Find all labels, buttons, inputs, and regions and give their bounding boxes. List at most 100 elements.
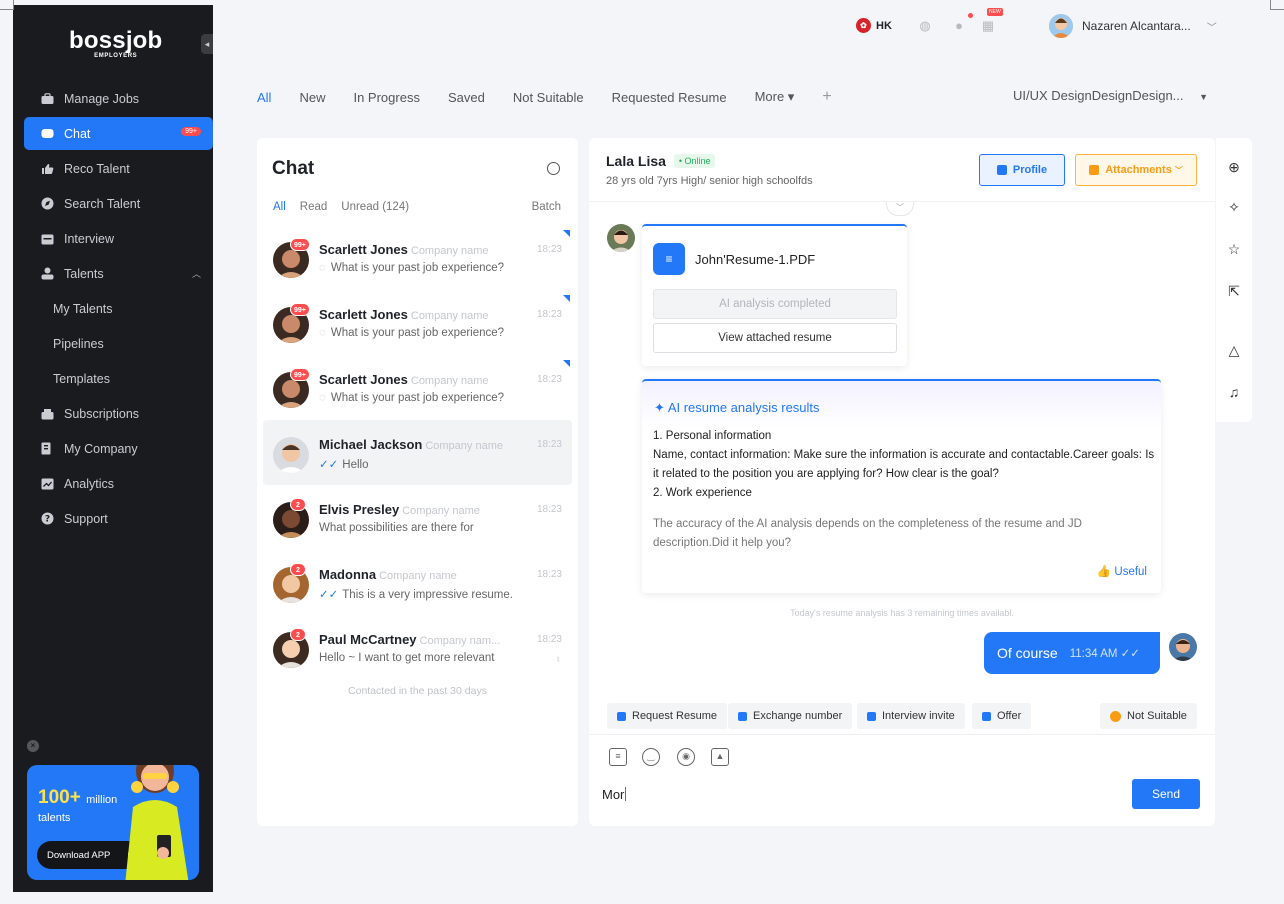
quick-reply-icon[interactable]: ≡ [609,748,627,766]
sidebar-item-pipelines[interactable]: Pipelines [24,327,213,360]
user-menu[interactable]: Nazaren Alcantara... ﹀ [1049,14,1217,38]
last-message: ✓✓ Hello [319,457,369,471]
tab-not-suitable[interactable]: Not Suitable [513,90,584,105]
not-suitable-button[interactable]: Not Suitable [1100,703,1197,729]
add-circle-icon[interactable]: ⊕ [1226,159,1242,175]
message-input[interactable]: Mor [602,787,627,802]
search-icon[interactable] [547,162,560,175]
batch-button[interactable]: Batch [532,201,561,213]
message-time: 18:23 [536,634,562,645]
profile-button[interactable]: Profile [979,154,1065,186]
promo-illustration [125,765,189,880]
tab-saved[interactable]: Saved [448,90,485,105]
image-icon[interactable]: ▲ [711,748,729,766]
logo[interactable]: bossjob EMPLOYERS [69,27,162,59]
job-select[interactable]: UI/UX DesignDesignDesign... ▼ [1013,88,1208,103]
pin-icon[interactable]: ✧ [1226,199,1242,215]
sidebar-item-reco-talent[interactable]: Reco Talent [24,152,213,185]
message-icon[interactable]: ● [951,18,967,34]
sidebar-item-support[interactable]: ? Support [24,502,213,535]
add-tab-icon[interactable]: + [822,88,831,106]
briefcase-icon [40,92,54,106]
last-message-text: This is a very impressive resume. [342,589,513,601]
close-promo-icon[interactable]: × [27,740,39,752]
online-status: • Online [673,154,716,168]
message-time: 11:34 AM ✓✓ [1069,648,1140,660]
chat-items: 99+ Scarlett Jones Company name 18:23 ◌ Wh… [263,225,572,680]
chat-list-item[interactable]: 2 Paul McCartney Company nam... 18:23 Hel… [263,615,572,680]
chat-list-item-selected[interactable]: Michael Jackson Company name 18:23 ✓✓ Hell… [263,420,572,485]
sidebar-item-templates[interactable]: Templates [24,362,213,395]
sidebar-item-label: Chat [64,126,91,141]
star-icon[interactable]: ☆ [1226,241,1242,257]
chat-list-item[interactable]: 2 Madonna Company name 18:23 ✓✓ This is a … [263,550,572,615]
chat-list-item[interactable]: 2 Elvis Presley Company name 18:23 What p… [263,485,572,550]
contact-name-text: Paul McCartney [319,632,417,647]
collapse-sidebar-button[interactable]: ◂ [201,34,213,54]
attachments-button[interactable]: Attachments ﹀ [1075,154,1197,186]
contact-name-text: Michael Jackson [319,437,423,452]
frame-corner [1270,0,1284,10]
chat-list-item[interactable]: 99+ Scarlett Jones Company name 18:23 ◌ Wh… [263,290,572,355]
download-app-promo[interactable]: 100+ million talents Download APP → [27,765,199,880]
tab-all[interactable]: All [257,90,271,105]
candidate-meta: 28 yrs old 7yrs High/ senior high school… [606,175,813,187]
unread-badge: 2 [290,628,306,641]
tab-new[interactable]: New [299,90,325,105]
send-button[interactable]: Send [1132,779,1200,809]
message-time: 18:23 [536,569,562,580]
emoji-icon[interactable]: ‿ [642,748,660,766]
notification-dot [968,13,973,18]
last-message-text: What is your past job experience? [330,262,505,274]
sidebar-item-talents[interactable]: Talents ︿ [24,257,213,290]
chevron-up-icon: ︿ [191,269,201,279]
message-time: 18:23 [536,309,562,320]
useful-button[interactable]: 👍 Useful [1097,564,1147,578]
share-icon[interactable]: ⇱ [1226,283,1242,299]
tab-in-progress[interactable]: In Progress [353,90,419,105]
sidebar-item-interview[interactable]: Interview [24,222,213,255]
filter-unread[interactable]: Unread (124) [341,201,409,213]
request-resume-button[interactable]: Request Resume [607,703,727,729]
help-icon: ? [40,512,54,526]
sidebar-item-manage-jobs[interactable]: Manage Jobs [24,82,213,115]
report-icon[interactable]: △ [1226,342,1242,358]
filter-read[interactable]: Read [300,201,328,213]
interview-invite-button[interactable]: Interview invite [857,703,965,729]
view-resume-button[interactable]: View attached resume [653,323,897,353]
globe-icon[interactable]: ◍ [917,18,933,34]
exchange-number-button[interactable]: Exchange number [728,703,853,729]
right-action-rail: ⊕ ✧ ☆ ⇱ △ ♫ [1216,138,1252,422]
gift-icon[interactable]: ▦ [980,18,996,34]
status-tabs: All New In Progress Saved Not Suitable R… [257,88,832,106]
bell-icon[interactable]: ♫ [1226,384,1242,400]
file-name[interactable]: John'Resume-1.PDF [695,252,815,267]
promo-headline: 100+ million [38,787,117,809]
offer-button[interactable]: Offer [972,703,1032,729]
sidebar-item-search-talent[interactable]: Search Talent [24,187,213,220]
collapse-header-button[interactable]: ﹀ [886,202,914,216]
document-icon [996,165,1007,175]
sidebar-item-label: My Talents [53,301,113,316]
sidebar-item-my-company[interactable]: My Company [24,432,213,465]
offer-icon [982,711,991,721]
filter-all[interactable]: All [273,201,286,213]
sidebar-item-my-talents[interactable]: My Talents [24,292,213,325]
sidebar-item-subscriptions[interactable]: Subscriptions [24,397,213,430]
message-time-text: 11:34 AM [1069,648,1118,660]
sidebar-item-chat[interactable]: Chat 99+ [24,117,213,150]
compass-icon [40,197,54,211]
tab-more[interactable]: More ▾ [755,89,795,105]
chat-list-item[interactable]: 99+ Scarlett Jones Company name 18:23 ◌ Wh… [263,355,572,420]
chat-list-item[interactable]: 99+ Scarlett Jones Company name 18:23 ◌ Wh… [263,225,572,290]
unread-badge: 2 [290,498,306,511]
ai-analysis-title: ✦ AI resume analysis results [654,400,820,416]
location-icon[interactable]: ◉ [677,748,695,766]
unread-badge: 99+ [290,238,310,251]
unread-badge: 99+ [290,368,310,381]
sidebar-item-label: Analytics [64,476,115,491]
top-bar: ✿ HK ◍ ● ▦ NEW Nazaren Alcantara... ﹀ [213,5,1284,47]
sidebar-item-analytics[interactable]: Analytics [24,467,213,500]
tab-requested-resume[interactable]: Requested Resume [612,90,727,105]
region-selector[interactable]: ✿ HK [856,18,892,33]
